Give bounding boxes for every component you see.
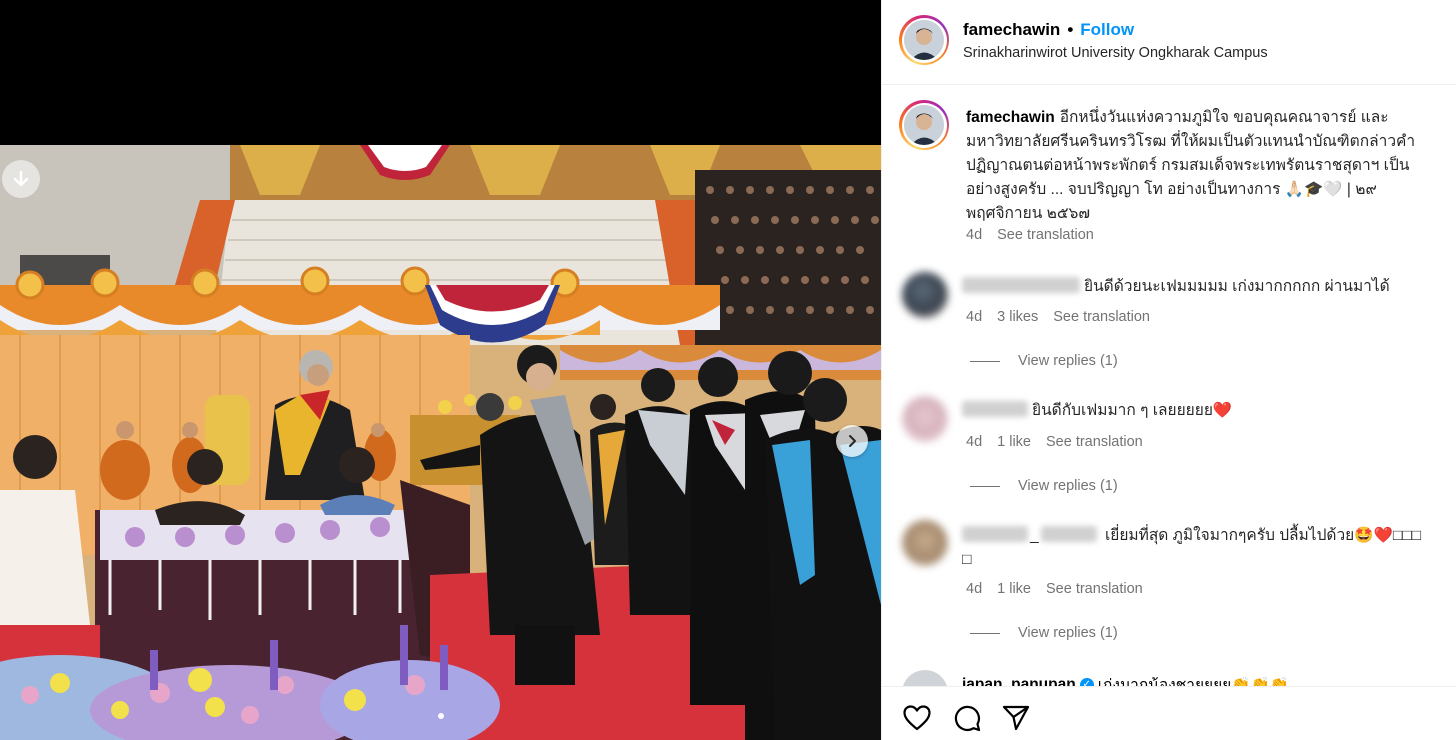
post-header: famechawin • Follow Srinakharinwirot Uni… — [882, 0, 1456, 85]
avatar-photo — [904, 20, 944, 60]
comment-see-translation[interactable]: See translation — [1046, 434, 1143, 450]
red-heart-emoji: ❤️ — [1212, 402, 1233, 419]
comment-see-translation[interactable]: See translation — [1046, 581, 1143, 597]
commenter-avatar[interactable] — [902, 272, 948, 318]
caption-meta: 4d See translation — [966, 227, 1094, 243]
instagram-post-modal: famechawin • Follow Srinakharinwirot Uni… — [0, 0, 1456, 740]
follow-button[interactable]: Follow — [1080, 20, 1134, 40]
avatar-photo — [904, 105, 944, 145]
commenter-username-blurred[interactable] — [962, 526, 1028, 542]
view-replies-button[interactable]: View replies (1) — [970, 478, 1118, 494]
commenter-avatar[interactable] — [902, 396, 948, 442]
caption-username[interactable]: famechawin — [966, 109, 1055, 126]
comment-meta: 4d 1 like See translation — [966, 434, 1143, 450]
carousel-next-button[interactable] — [836, 425, 868, 457]
comment-time[interactable]: 4d — [966, 434, 982, 450]
separator-dot: • — [1067, 20, 1074, 39]
commenter-username-suffix: _ — [1030, 527, 1039, 544]
commenter-username-blurred[interactable] — [962, 401, 1028, 417]
commenter-avatar[interactable] — [902, 520, 948, 566]
replies-line — [970, 485, 1000, 487]
view-replies-button[interactable]: View replies (1) — [970, 625, 1118, 641]
comment-likes[interactable]: 1 like — [997, 581, 1031, 597]
comment-likes[interactable]: 1 like — [997, 434, 1031, 450]
comment-tail: □□□ — [1392, 527, 1421, 544]
caption-avatar[interactable] — [899, 100, 949, 150]
comment-tail-2: □ — [962, 551, 972, 568]
view-replies-button[interactable]: View replies (1) — [970, 353, 1118, 369]
view-replies-label: View replies (1) — [1018, 478, 1118, 494]
carousel-dot-active — [437, 713, 444, 719]
caption-see-translation[interactable]: See translation — [997, 227, 1094, 243]
replies-line — [970, 632, 1000, 634]
graduation-ceremony-image — [0, 145, 881, 740]
post-media — [0, 0, 881, 740]
caption-time[interactable]: 4d — [966, 227, 982, 243]
comment-button[interactable] — [952, 703, 982, 733]
heart-icon — [903, 705, 931, 731]
author-avatar[interactable] — [899, 15, 949, 65]
share-button[interactable] — [1001, 703, 1031, 733]
commenter-username-blurred — [1040, 526, 1097, 542]
comment-text: _ เยี่ยมที่สุด ภูมิใจมากๆครับ ปลื้มไปด้ว… — [962, 524, 1442, 572]
comment-body: ยินดีด้วยนะเฟมมมมม เก่งมากกกกก ผ่านมาได้ — [1084, 278, 1390, 295]
like-button[interactable] — [902, 703, 932, 733]
comment-text: ยินดีกับเฟมมาก ๆ เลยยยยย❤️ — [962, 399, 1432, 423]
caption-text: famechawin อีกหนึ่งวันแห่งความภูมิใจ ขอบค… — [966, 106, 1426, 226]
comment-see-translation[interactable]: See translation — [1053, 309, 1150, 325]
post-location[interactable]: Srinakharinwirot University Ongkharak Ca… — [963, 45, 1268, 61]
post-photo[interactable] — [0, 145, 881, 740]
download-button[interactable] — [2, 160, 40, 198]
post-side-panel: famechawin • Follow Srinakharinwirot Uni… — [881, 0, 1456, 740]
author-username[interactable]: famechawin — [963, 20, 1060, 40]
view-replies-label: View replies (1) — [1018, 625, 1118, 641]
comment-meta: 4d 3 likes See translation — [966, 309, 1150, 325]
download-arrow-icon — [13, 170, 29, 187]
author-line: famechawin • Follow — [963, 20, 1134, 40]
carousel-indicator — [0, 713, 881, 719]
post-actions-bar — [882, 686, 1456, 740]
replies-line — [970, 360, 1000, 362]
comment-meta: 4d 1 like See translation — [966, 581, 1143, 597]
commenter-username-blurred[interactable] — [962, 277, 1080, 293]
view-replies-label: View replies (1) — [1018, 353, 1118, 369]
comment-likes[interactable]: 3 likes — [997, 309, 1038, 325]
comment-time[interactable]: 4d — [966, 309, 982, 325]
comment-emoji: 🤩❤️ — [1354, 527, 1393, 544]
comment-text: ยินดีด้วยนะเฟมมมมม เก่งมากกกกก ผ่านมาได้ — [962, 275, 1432, 299]
comment-body: เยี่ยมที่สุด ภูมิใจมากๆครับ ปลื้มไปด้วย — [1104, 527, 1355, 544]
comment-time[interactable]: 4d — [966, 581, 982, 597]
comment-bubble-icon — [954, 705, 981, 732]
comment-body: ยินดีกับเฟมมาก ๆ เลยยยยย — [1032, 402, 1213, 419]
chevron-right-icon — [849, 435, 856, 447]
paper-plane-icon — [1002, 705, 1030, 731]
